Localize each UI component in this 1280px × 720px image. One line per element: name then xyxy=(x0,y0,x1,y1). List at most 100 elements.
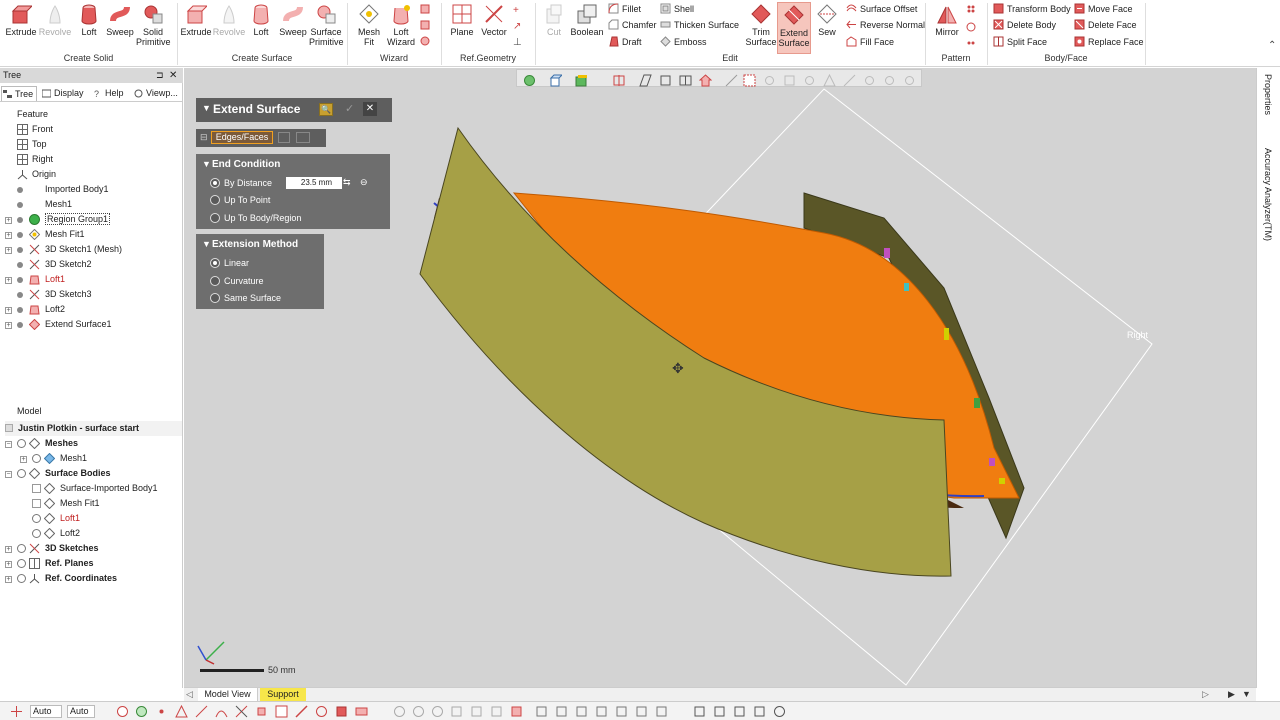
properties-tab[interactable]: Properties xyxy=(1263,74,1273,115)
pattern-tools-icon[interactable] xyxy=(966,4,976,50)
delete-body-button[interactable]: Delete Body xyxy=(993,18,1056,33)
eye-icon[interactable] xyxy=(32,454,41,463)
tab-support[interactable]: Support xyxy=(260,688,306,701)
snap-icon-3[interactable] xyxy=(431,705,444,718)
filter-vector-icon[interactable] xyxy=(295,705,308,718)
model-root[interactable]: Justin Plotkin - surface start xyxy=(5,421,182,436)
extrude-surface-button[interactable]: Extrude xyxy=(179,2,213,54)
tree-item-mesh1[interactable]: Mesh1 xyxy=(17,197,72,212)
model-surface-imported-body1[interactable]: Surface-Imported Body1 xyxy=(32,481,158,496)
expand-toggle[interactable]: + xyxy=(5,217,12,224)
mesh-fit-button[interactable]: Mesh Fit xyxy=(352,2,386,54)
tree-item-mesh-fit1[interactable]: Mesh Fit1 xyxy=(17,227,85,242)
filter-point-icon[interactable] xyxy=(255,705,268,718)
radio-icon[interactable] xyxy=(210,213,220,223)
visibility-dot-icon[interactable] xyxy=(17,277,23,283)
cut-button[interactable]: Cut xyxy=(537,2,571,54)
snap-icon-6[interactable] xyxy=(490,705,503,718)
tree-item-region-group1[interactable]: Region Group1 xyxy=(17,212,111,227)
reverse-normal-button[interactable]: Reverse Normal xyxy=(846,18,925,33)
view-icon-5[interactable] xyxy=(615,705,628,718)
expand-toggle[interactable]: + xyxy=(5,546,12,553)
visibility-dot-icon[interactable] xyxy=(17,322,23,328)
checkbox-icon[interactable] xyxy=(32,499,41,508)
accuracy-analyzer-tab[interactable]: Accuracy Analyzer(TM) xyxy=(1263,148,1273,241)
visibility-dot-icon[interactable] xyxy=(17,307,23,313)
option-curvature[interactable]: Curvature xyxy=(208,274,264,288)
visibility-dot-icon[interactable] xyxy=(17,292,23,298)
snap-icon-4[interactable] xyxy=(450,705,463,718)
snap-icon-5[interactable] xyxy=(470,705,483,718)
vector-button[interactable]: Vector xyxy=(477,2,511,54)
next-icon[interactable]: ▶ xyxy=(1228,689,1235,700)
tree-item-3d-sketch3[interactable]: 3D Sketch3 xyxy=(17,287,92,302)
close-icon[interactable]: ✕ xyxy=(169,68,177,83)
emboss-button[interactable]: Emboss xyxy=(660,35,707,50)
eye-icon[interactable] xyxy=(17,544,26,553)
shell-button[interactable]: Shell xyxy=(660,2,694,17)
edges-faces-tab[interactable]: Edges/Faces xyxy=(211,131,273,144)
tree-item-imported-body1[interactable]: Imported Body1 xyxy=(17,182,109,197)
collapse-arrow-icon[interactable]: ▼ xyxy=(202,159,211,169)
expand-toggle[interactable]: + xyxy=(5,232,12,239)
model-loft2[interactable]: Loft2 xyxy=(32,526,80,541)
mirror-button[interactable]: Mirror xyxy=(930,2,964,54)
option-by-distance[interactable]: By Distance xyxy=(208,176,272,190)
snap-icon-2[interactable] xyxy=(412,705,425,718)
radio-icon[interactable] xyxy=(210,276,220,286)
chamfer-button[interactable]: Chamfer xyxy=(608,18,657,33)
view-icon-6[interactable] xyxy=(635,705,648,718)
scroll-left-icon[interactable]: ◁ xyxy=(186,689,193,700)
option-linear[interactable]: Linear xyxy=(208,256,249,270)
tree-item-3d-sketch1-mesh[interactable]: 3D Sketch1 (Mesh) xyxy=(17,242,122,257)
filter-plane-icon[interactable] xyxy=(275,705,288,718)
tree-item-loft2[interactable]: Loft2 xyxy=(17,302,65,317)
sweep-solid-button[interactable]: Sweep xyxy=(103,2,137,54)
distance-input[interactable]: 23.5 mm xyxy=(286,177,342,189)
model-ref-planes[interactable]: Ref. Planes xyxy=(17,556,94,571)
boolean-button[interactable]: Boolean xyxy=(570,2,604,54)
model-surface-bodies[interactable]: Surface Bodies xyxy=(17,466,111,481)
filter-face-icon[interactable] xyxy=(175,705,188,718)
loft-surface-button[interactable]: Loft xyxy=(244,2,278,54)
expand-toggle[interactable]: + xyxy=(5,561,12,568)
tree-item-origin[interactable]: Origin xyxy=(17,167,56,182)
loft-solid-button[interactable]: Loft xyxy=(72,2,106,54)
tab-display[interactable]: Display xyxy=(41,86,89,101)
display-icon-1[interactable] xyxy=(693,705,706,718)
expand-toggle[interactable]: + xyxy=(5,247,12,254)
3d-viewport[interactable]: ✥ Right 50 mm ▼ Extend Surface 🔍 ✓ ✕ ⊟ E… xyxy=(184,68,1256,687)
selection-mode-icon[interactable] xyxy=(10,705,23,718)
eye-icon[interactable] xyxy=(17,574,26,583)
option-up-to-body-region[interactable]: Up To Body/Region xyxy=(208,211,301,225)
tree-item-front[interactable]: Front xyxy=(17,122,53,137)
cancel-button[interactable]: ✕ xyxy=(363,102,377,116)
filter-coord-icon[interactable] xyxy=(315,705,328,718)
expand-toggle[interactable]: + xyxy=(20,456,27,463)
ribbon-collapse-icon[interactable]: ⌃ xyxy=(1268,40,1276,51)
flip-direction-icon[interactable]: ⇆ xyxy=(343,177,351,188)
tree-item-top[interactable]: Top xyxy=(17,137,47,152)
expand-toggle[interactable]: + xyxy=(5,322,12,329)
loft-wizard-button[interactable]: Loft Wizard xyxy=(384,2,418,54)
tab-tree[interactable]: Tree xyxy=(1,86,37,101)
visibility-dot-icon[interactable] xyxy=(17,247,23,253)
extrude-solid-button[interactable]: Extrude xyxy=(4,2,38,54)
collapse-arrow-icon[interactable]: ▼ xyxy=(202,239,211,249)
surface-offset-button[interactable]: Surface Offset xyxy=(846,2,917,17)
tree-item-3d-sketch2[interactable]: 3D Sketch2 xyxy=(17,257,92,272)
filter-body-icon[interactable] xyxy=(335,705,348,718)
filter-curve-icon[interactable] xyxy=(215,705,228,718)
selection-option-icon[interactable] xyxy=(278,132,290,143)
plane-button[interactable]: Plane xyxy=(445,2,479,54)
expand-toggle[interactable]: + xyxy=(5,277,12,284)
scroll-right-icon[interactable]: ▷ xyxy=(1202,689,1209,700)
filter-edge-icon[interactable] xyxy=(195,705,208,718)
view-icon-7[interactable] xyxy=(655,705,668,718)
surface-primitive-button[interactable]: Surface Primitive xyxy=(309,2,344,54)
wizard-tools-icon[interactable] xyxy=(420,4,430,50)
model-loft1[interactable]: Loft1 xyxy=(32,511,80,526)
thicken-surface-button[interactable]: Thicken Surface xyxy=(660,18,739,33)
revolve-surface-button[interactable]: Revolve xyxy=(212,2,246,54)
transform-body-button[interactable]: Transform Body xyxy=(993,2,1071,17)
